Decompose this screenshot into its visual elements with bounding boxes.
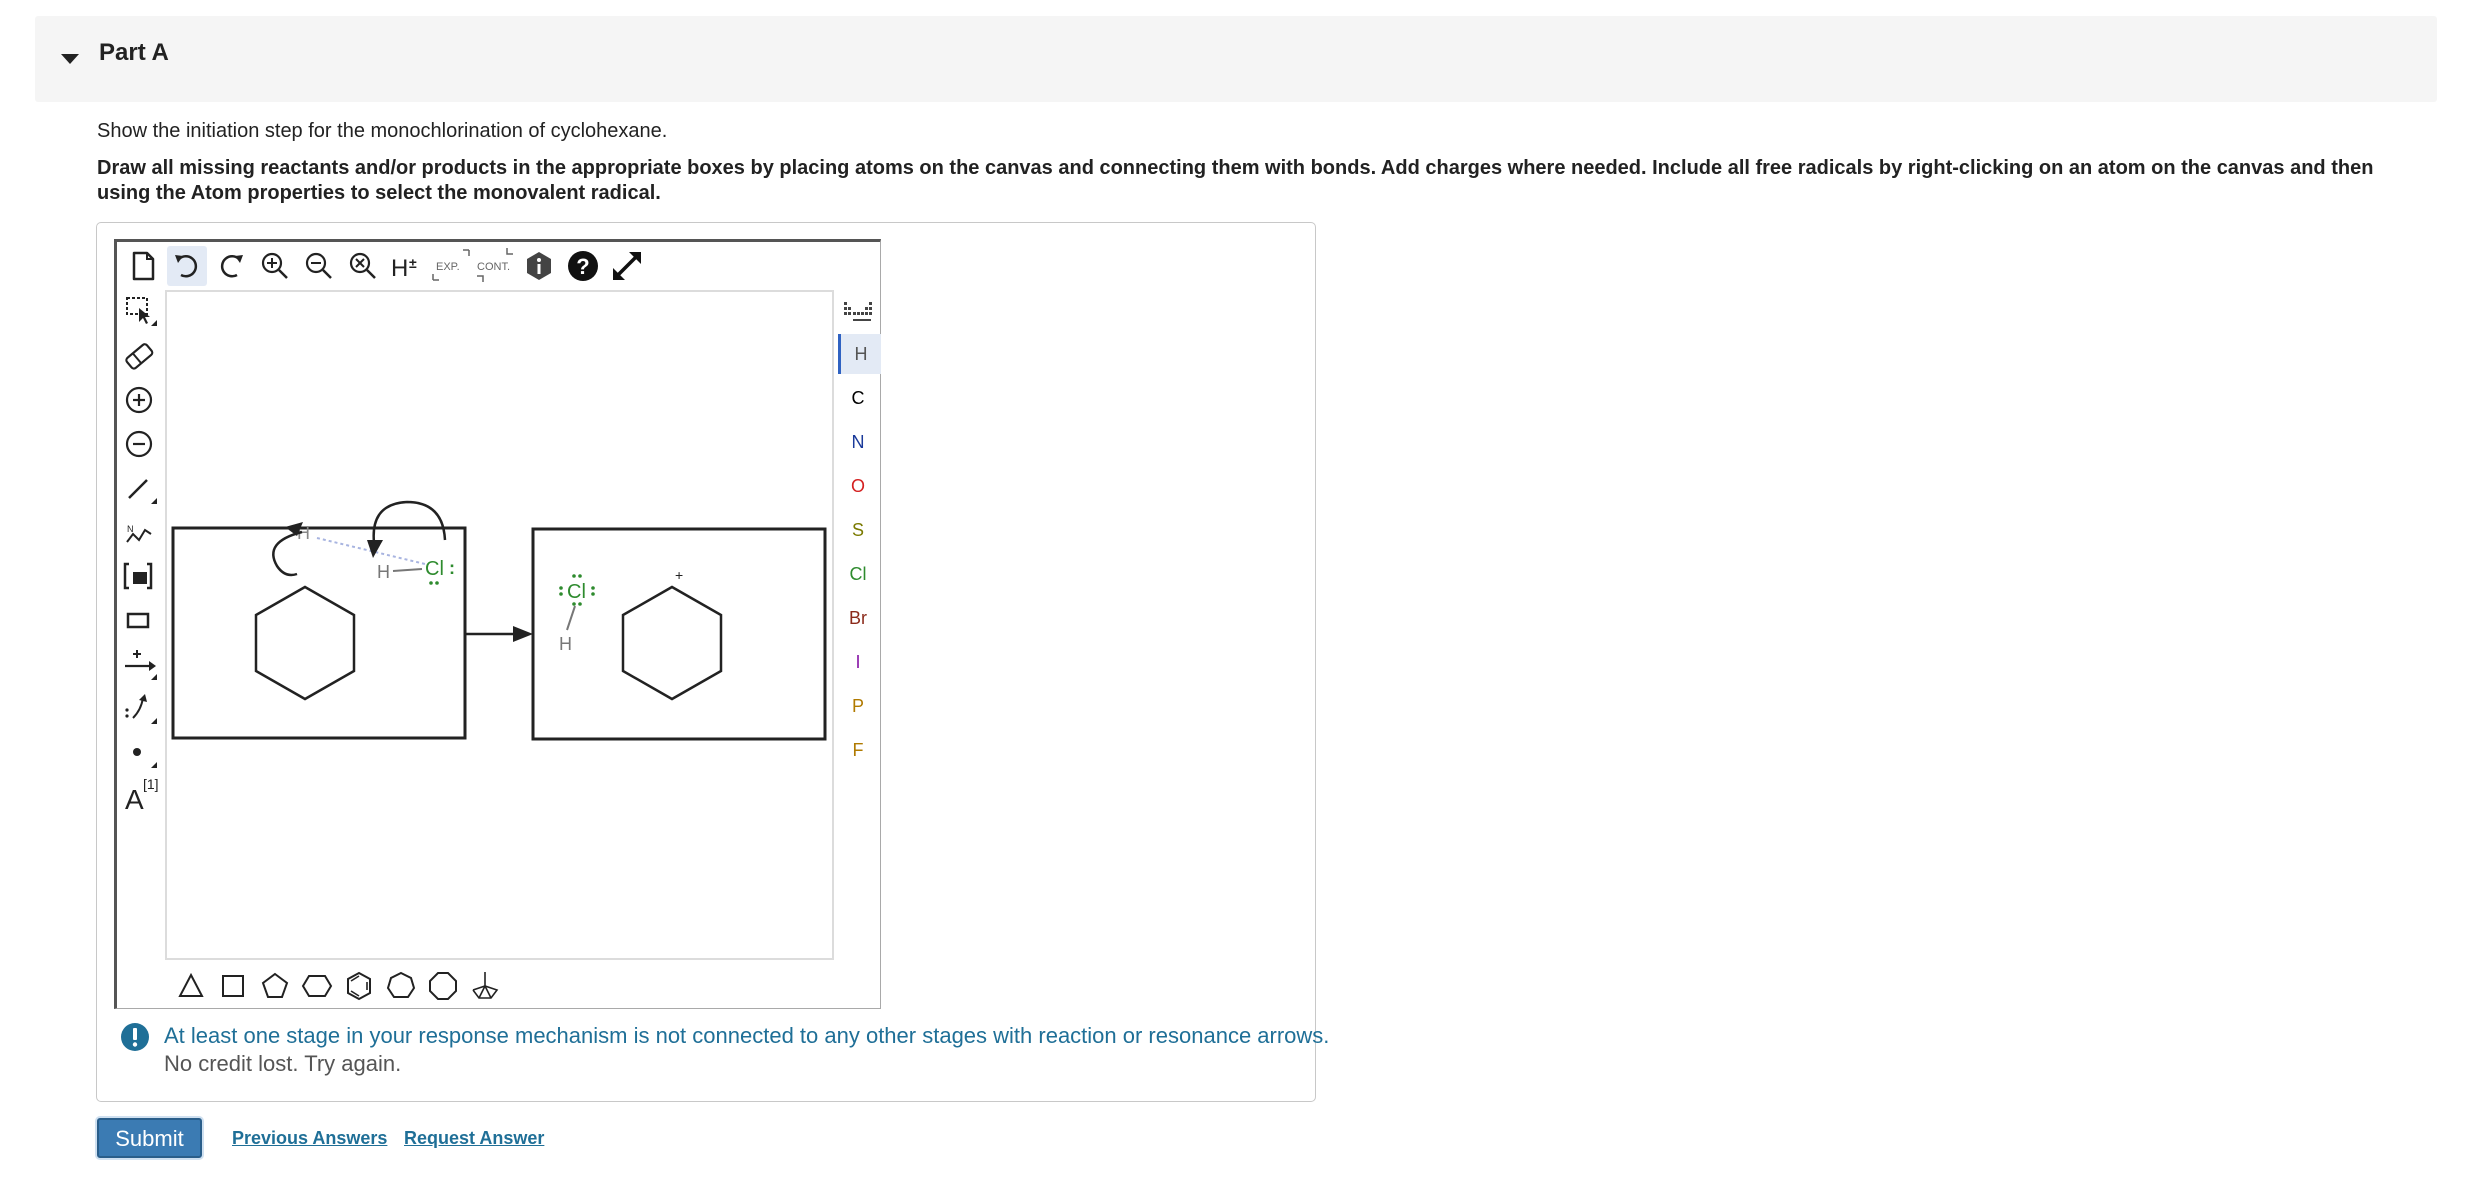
svg-text:±: ± [409,255,417,271]
submit-button[interactable]: Submit [97,1118,202,1158]
element-i-button[interactable]: I [838,642,878,682]
previous-answers-link[interactable]: Previous Answers [232,1127,387,1149]
svg-text:N: N [127,524,134,534]
svg-text:CONT.: CONT. [477,261,510,273]
cont-icon[interactable]: CONT. [475,246,515,286]
heptagon-icon[interactable] [381,966,421,1006]
request-answer-link[interactable]: Request Answer [404,1127,544,1149]
element-n-button[interactable]: N [838,422,878,462]
feedback-subtext: No credit lost. Try again. [164,1051,402,1076]
atom-cl-2: Cl [567,581,586,603]
alert-icon [121,1023,149,1051]
cl-lone-pair: : [449,558,455,578]
cation-charge: + [675,567,683,583]
text-atom-icon[interactable]: A [1] [119,776,159,816]
reaction-arrow-icon[interactable] [119,644,159,684]
bracket-icon[interactable] [119,556,159,596]
element-s-button[interactable]: S [838,510,878,550]
help-icon[interactable]: ? [563,246,603,286]
info-hexagon-icon[interactable] [519,246,559,286]
radical-dot-icon[interactable] [119,732,159,772]
cyclohexane-product [621,585,723,701]
benzene-icon[interactable] [339,966,379,1006]
atom-h-3: H [559,634,572,654]
chain-icon[interactable]: N [119,512,159,552]
exp-icon[interactable]: EXP. [431,246,471,286]
text-tool-superscript: [1] [143,776,159,792]
h-plus-minus-icon[interactable]: H ± [387,246,427,286]
select-lasso-icon[interactable] [119,292,159,332]
charge-minus-icon[interactable] [119,424,159,464]
reaction-arrow-head [513,626,533,642]
part-title: Part A [99,39,169,66]
element-c-button[interactable]: C [838,378,878,418]
periodic-table-icon[interactable] [842,292,876,326]
zoom-in-icon[interactable] [255,246,295,286]
caret-down-icon[interactable] [55,44,85,74]
zoom-reset-icon[interactable] [343,246,383,286]
square-icon[interactable] [213,966,253,1006]
bottom-toolbar [165,962,834,1008]
element-p-button[interactable]: P [838,686,878,726]
element-o-button[interactable]: O [838,466,878,506]
rectangle-icon[interactable] [119,600,159,640]
question-prompt: Show the initiation step for the monochl… [97,120,668,142]
document-icon[interactable] [123,246,163,286]
element-cl-button[interactable]: Cl [838,554,878,594]
drawing-canvas[interactable]: H H Cl : Cl H + [165,290,834,960]
feedback-message: At least one stage in your response mech… [164,1023,1330,1048]
single-bond-icon[interactable] [119,468,159,508]
top-toolbar: H ± EXP. CONT. ? [117,242,880,290]
element-br-button[interactable]: Br [838,598,878,638]
chair-icon[interactable] [465,966,505,1006]
periodic-table-toolbar: H C N O S Cl Br I P F [836,290,881,960]
h-cl-bond [392,568,423,572]
element-h-button[interactable]: H [838,334,881,374]
eraser-icon[interactable] [119,336,159,376]
reactant-box [171,526,467,740]
redo-icon[interactable] [211,246,251,286]
atom-h-2: H [377,562,390,582]
curved-arrow-2-head [367,540,383,558]
canvas-drawing[interactable]: H H Cl : Cl H + [167,292,832,958]
element-f-button[interactable]: F [838,730,878,770]
charge-plus-icon[interactable] [119,380,159,420]
cyclohexane-reactant [254,585,356,701]
atom-cl-1: Cl [425,558,444,580]
left-toolbar: N A [1] [117,290,163,1010]
electron-arrow-icon[interactable] [119,688,159,728]
text-tool-label: A [125,784,144,815]
zoom-out-icon[interactable] [299,246,339,286]
triangle-icon[interactable] [171,966,211,1006]
svg-text:H: H [391,255,408,282]
product-box [531,527,827,741]
curved-arrow-2 [372,500,447,551]
fullscreen-icon[interactable] [607,246,647,286]
svg-text:?: ? [576,254,589,279]
hexagon-icon[interactable] [297,966,337,1006]
pentagon-icon[interactable] [255,966,295,1006]
question-instructions: Draw all missing reactants and/or produc… [97,157,2374,204]
octagon-icon[interactable] [423,966,463,1006]
part-header[interactable]: Part A [35,16,2437,102]
cl-h-bond [566,605,576,631]
undo-icon[interactable] [167,246,207,286]
svg-text:EXP.: EXP. [436,261,460,273]
marvin-sketcher: H ± EXP. CONT. ? N A [1] H H Cl: Cl H +… [114,239,881,1009]
